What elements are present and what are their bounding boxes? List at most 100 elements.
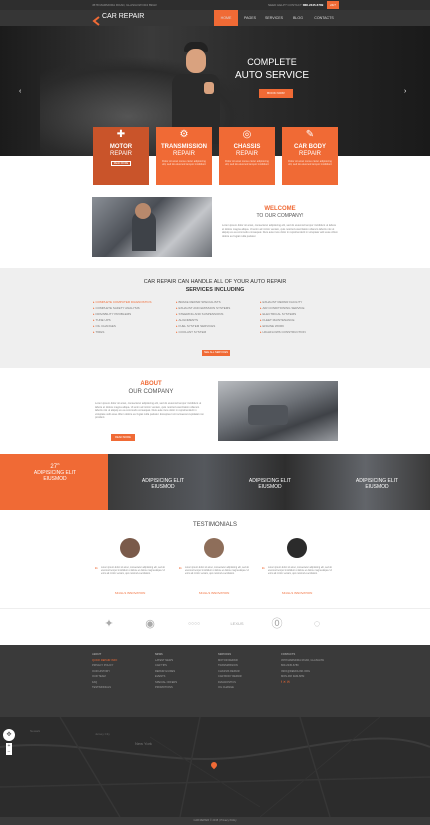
testimonial-quote: Lorem ipsum dolor sit amet, consectetur … <box>101 567 165 576</box>
footer-col-about: ABOUT QUICK REPAIR INFO PRIVACY POLICY O… <box>92 652 117 691</box>
band-cell-4: ADIPISICING ELIT EIUSMOD <box>342 478 412 490</box>
nav-contacts[interactable]: CONTACTS <box>310 10 338 26</box>
band-cell-1: 27th ADIPISICING ELIT EIUSMOD <box>20 462 90 482</box>
avatar <box>287 538 307 558</box>
map-label: Jersey City <box>95 732 110 736</box>
welcome-subtitle: TO OUR COMPANY! <box>256 213 304 219</box>
tile-text: Dolor sit amet conse ctetur adipisicing … <box>288 160 332 167</box>
testimonial-quote: Lorem ipsum dolor sit amet, consectetur … <box>268 567 332 576</box>
mercedes-logo-icon: ✦ <box>104 618 114 630</box>
tile-subtitle: REPAIR <box>110 151 132 157</box>
social-icons[interactable]: f ✕ ✉ <box>281 680 324 686</box>
volkswagen-logo-icon: ⓪ <box>271 618 283 630</box>
top-bar: 4578 MARMORA ROAD, GLASGOW D04 89GR NEED… <box>0 0 430 10</box>
address-text: 4578 MARMORA ROAD, GLASGOW D04 89GR <box>92 3 157 7</box>
welcome-photo <box>92 197 212 257</box>
hero-title-1: COMPLETE <box>247 57 297 67</box>
tile-transmission[interactable]: ⚙ TRANSMISSION REPAIR Dolor sit amet con… <box>156 127 212 185</box>
testimonial-author: SKULLS INNOVATION <box>198 591 230 595</box>
band-sup: th <box>57 462 60 466</box>
quote-icon: “ <box>262 566 265 575</box>
prev-arrow-icon[interactable]: ‹ <box>19 88 21 95</box>
testimonial-author: SKULLS INNOVATION <box>281 591 313 595</box>
footer <box>0 645 430 717</box>
services-list-3: EXHAUST REPAIR FACILITY AIR CONDITIONING… <box>260 299 306 335</box>
footer-col-contacts: CONTACTS 4578 MARMORA ROAD, GLASGOW 800-… <box>281 652 324 685</box>
spray-gun-icon: ✎ <box>305 129 315 140</box>
footer-link[interactable]: OIL CHANGE <box>218 685 242 691</box>
phone-label: NEED HELP? CONTACT US: <box>268 3 308 7</box>
about-photo <box>218 381 338 441</box>
brand-logos <box>0 608 430 642</box>
nav-services[interactable]: SERVICES <box>262 10 286 26</box>
footer-link[interactable]: PROMOTIONS <box>155 685 177 691</box>
tile-title: TRANSMISSION <box>160 144 207 150</box>
band-cell-2: ADIPISICING ELIT EIUSMOD <box>128 478 198 490</box>
band-line-2: EIUSMOD <box>151 484 175 490</box>
about-read-more-button[interactable]: READ MORE <box>111 434 135 441</box>
service-tiles: ✚ MOTOR REPAIR READ MORE ⚙ TRANSMISSION … <box>92 127 340 185</box>
bmw-logo-icon: ◉ <box>145 618 155 630</box>
next-arrow-icon[interactable]: › <box>404 88 406 95</box>
list-item[interactable]: COOLANT SYSTEM <box>176 329 230 335</box>
map-zoom-control[interactable]: + − <box>6 743 12 755</box>
map-label: Newark <box>30 729 41 733</box>
map-label: New York <box>135 741 152 746</box>
toyota-logo-icon: ◌ <box>313 618 321 630</box>
footer-col-news: NEWS LATEST NEWS CAR TIPS REPAIR GUIDES … <box>155 652 177 691</box>
phone-number[interactable]: 800-2345-6789 <box>303 3 323 7</box>
footer-link[interactable]: TESTIMONIALS <box>92 685 117 691</box>
tile-title: CAR BODY <box>293 144 326 150</box>
services-title-1: CAR REPAIR CAN HANDLE ALL OF YOUR AUTO R… <box>143 279 287 285</box>
logo-text[interactable]: CAR REPAIR <box>102 13 144 20</box>
quote-icon: “ <box>95 566 98 575</box>
hero-title-2: AUTO SERVICE <box>234 70 310 81</box>
services-list-2: BRAKE REPAIR SPECIALISTS EXHAUST AND EMI… <box>176 299 231 335</box>
tile-car-body[interactable]: ✎ CAR BODY REPAIR Dolor sit amet conse c… <box>282 127 338 185</box>
about-title: ABOUT <box>140 381 162 387</box>
testimonial-quote: Lorem ipsum dolor sit amet, consectetur … <box>185 567 249 576</box>
tile-subtitle: REPAIR <box>236 151 258 157</box>
lexus-logo-icon: LEXUS <box>230 621 244 626</box>
about-subtitle: OUR COMPANY <box>128 389 174 395</box>
book-now-button[interactable]: BOOK NOW! <box>259 89 293 98</box>
tile-motor[interactable]: ✚ MOTOR REPAIR READ MORE <box>93 127 149 185</box>
footer-col-services: SERVICES MOTOR REPAIR TRANSMISSION CHASS… <box>218 652 242 691</box>
tile-subtitle: REPAIR <box>299 151 321 157</box>
tile-text: Dolor sit amet conse ctetur adipisicing … <box>225 160 269 167</box>
services-list-1: COMPLETE COMPUTER DIAGNOSTICS COMPLETE S… <box>93 299 152 335</box>
tile-chassis[interactable]: ◎ CHASSIS REPAIR Dolor sit amet conse ct… <box>219 127 275 185</box>
nav-blog[interactable]: BLOG <box>286 10 310 26</box>
gears-icon: ⚙ <box>179 129 189 140</box>
copyright: CAR REPAIR © 2015 | Privacy Policy <box>0 817 430 825</box>
audi-logo-icon: ○○○○ <box>187 621 201 627</box>
testimonial-author: SKULLS INNOVATION <box>114 591 146 595</box>
quote-icon: “ <box>179 566 182 575</box>
about-text: Lorem ipsum dolor sit amet, consectetur … <box>95 402 204 420</box>
band-line-2: EIUSMOD <box>365 484 389 490</box>
footer-link[interactable]: CAR BODY REPAIR <box>218 674 242 680</box>
band-cell-3: ADIPISICING ELIT EIUSMOD <box>235 478 305 490</box>
support-badge: 24/7 <box>327 1 339 9</box>
list-item[interactable]: TIRES <box>93 329 152 335</box>
nav-home[interactable]: HOME <box>214 10 238 26</box>
map-pan-control-icon[interactable]: ✥ <box>3 729 15 741</box>
header: CAR REPAIR HOME PAGES SERVICES BLOG CONT… <box>0 10 430 26</box>
avatar <box>204 538 224 558</box>
wheel-icon: ◎ <box>242 129 252 140</box>
piston-icon: ✚ <box>116 129 126 140</box>
list-item[interactable]: HIGHFLOWS CONSTRUCTION <box>260 329 306 335</box>
see-all-services-button[interactable]: SEE ALL SERVICES <box>202 350 230 356</box>
welcome-text: Lorem ipsum dolor sit amet, consectetur … <box>222 224 338 238</box>
tile-title: CHASSIS <box>233 144 261 150</box>
nav-pages[interactable]: PAGES <box>238 10 262 26</box>
testimonials-title: TESTIMONIALS <box>192 522 237 528</box>
tile-text: Dolor sit amet conse ctetur adipisicing … <box>162 160 206 167</box>
logo-icon[interactable] <box>92 13 102 26</box>
tile-title: MOTOR <box>109 144 133 150</box>
map[interactable]: New York Jersey City Newark ✥ + − <box>0 717 430 817</box>
band-line-2: EIUSMOD <box>43 476 67 482</box>
avatar <box>120 538 140 558</box>
read-more-button[interactable]: READ MORE <box>111 161 131 166</box>
tile-subtitle: REPAIR <box>173 151 195 157</box>
